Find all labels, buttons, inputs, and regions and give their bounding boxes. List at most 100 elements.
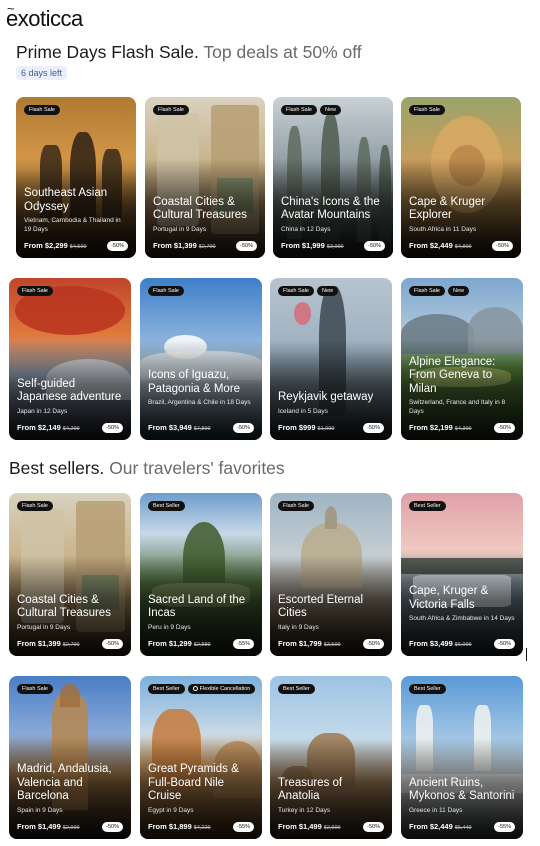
card-badges: Flash Sale <box>24 105 60 115</box>
card-title: Self-guided Japanese adventure <box>17 377 122 404</box>
card-original-price: $2,999 <box>62 825 80 831</box>
card-price: From $1,499 $2,999 <box>17 822 80 831</box>
card-badge: Flash Sale <box>17 286 53 296</box>
exoticca-logo[interactable]: ~ exoticca <box>6 1 83 32</box>
card-destination: Vietnam, Cambodia & Thailand in 19 Days <box>24 217 121 233</box>
discount-badge: -50% <box>236 241 257 251</box>
flash-sale-trip-card[interactable]: Flash Sale New China's Icons & the Avatar M… <box>273 97 393 258</box>
flash-sale-title: Prime Days Flash Sale. <box>16 42 199 62</box>
card-destination: Italy in 9 Days <box>278 623 319 631</box>
card-badges: Best Seller <box>409 684 446 694</box>
card-destination: Peru in 9 Days <box>148 623 191 631</box>
card-title: Southeast Asian Odyssey <box>24 187 108 213</box>
card-title: Escorted Eternal Cities <box>278 593 364 620</box>
card-badges: Flash Sale New <box>409 286 470 296</box>
card-badges: Best Seller <box>409 501 446 511</box>
card-price: From $2,449 $4,899 <box>409 241 472 250</box>
best-seller-trip-card[interactable]: Best Seller Sacred Land of the Incas Peru i… <box>140 493 262 656</box>
card-destination: South Africa in 11 Days <box>409 225 477 233</box>
card-destination: South Africa & Zimbabwe in 14 Days <box>409 615 515 622</box>
card-price: From $1,899 $4,229 <box>148 822 211 831</box>
card-original-price: $5,449 <box>454 825 472 831</box>
card-destination: Switzerland, France and Italy in 8 Days <box>409 399 506 415</box>
flash-sale-trip-card[interactable]: Flash Sale Cape & Kruger Explorer South Afr… <box>401 97 521 258</box>
text-cursor <box>526 648 527 661</box>
best-seller-trip-card[interactable]: Best Seller Ancient Ruins, Mykonos & Santo… <box>401 676 523 839</box>
card-badges: Best Seller <box>278 684 315 694</box>
flash-sale-trip-card[interactable]: Flash Sale Icons of Iguazu, Patagonia & Mo… <box>140 278 262 440</box>
card-badges: Flash Sale New <box>281 105 342 115</box>
best-seller-trip-card[interactable]: Flash Sale Coastal Cities & Cultural Treas… <box>9 493 131 656</box>
card-title: Coastal Cities & Cultural Treasures <box>17 593 111 620</box>
card-badge: Flash Sale <box>409 105 445 115</box>
card-original-price: $3,599 <box>323 642 341 648</box>
card-price: From $1,399 $2,799 <box>17 639 80 648</box>
card-original-price: $4,399 <box>454 426 472 432</box>
card-title: Treasures of Anatolia <box>278 776 343 803</box>
discount-badge: -50% <box>494 639 515 649</box>
flash-sale-heading: Prime Days Flash Sale. Top deals at 50% … <box>16 42 362 63</box>
card-title: Cape, Kruger & Victoria Falls <box>409 585 489 611</box>
card-badge: Best Seller <box>409 684 446 694</box>
card-original-price: $1,999 <box>317 426 335 432</box>
card-price: From $1,299 $2,889 <box>148 639 211 648</box>
logo-tilde: ~ <box>7 1 15 16</box>
card-badge: Flash Sale <box>24 105 60 115</box>
flash-sale-trip-card[interactable]: Flash Sale Coastal Cities & Cultural Treas… <box>145 97 265 258</box>
card-destination: Spain in 9 Days <box>17 806 63 814</box>
card-badge: Flash Sale <box>153 105 189 115</box>
best-seller-trip-card[interactable]: Flash Sale Madrid, Andalusia, Valencia and… <box>9 676 131 839</box>
card-badge: New <box>320 105 342 115</box>
discount-badge: -50% <box>102 423 123 433</box>
card-original-price: $3,999 <box>326 244 344 250</box>
cancellation-icon <box>192 686 198 691</box>
card-badge: Flash Sale <box>278 286 314 296</box>
discount-badge: -50% <box>233 423 254 433</box>
card-badge: Flexible Cancellation <box>187 684 256 694</box>
card-destination: Portugal in 9 Days <box>153 225 207 233</box>
card-badges: Flash Sale <box>153 105 189 115</box>
flash-sale-trip-card[interactable]: Flash Sale New Reykjavik getaway Iceland in… <box>270 278 392 440</box>
card-badges: Best Seller <box>148 501 185 511</box>
flash-sale-trip-card[interactable]: Flash Sale Self-guided Japanese adventure J… <box>9 278 131 440</box>
card-title: Great Pyramids & Full-Board Nile Cruise <box>148 763 239 802</box>
card-badge: Flash Sale <box>17 501 53 511</box>
best-sellers-subtitle: Our travelers' favorites <box>109 458 285 478</box>
card-badges: Flash Sale <box>17 286 53 296</box>
card-destination: Turkey in 12 Days <box>278 806 331 814</box>
card-badge: Flash Sale <box>148 286 184 296</box>
card-price: From $2,449 $5,449 <box>409 822 472 831</box>
card-badge: Flash Sale <box>278 501 314 511</box>
card-badges: Flash Sale <box>409 105 445 115</box>
card-title: Icons of Iguazu, Patagonia & More <box>148 369 241 395</box>
card-badge: Flash Sale <box>281 105 317 115</box>
card-original-price: $2,999 <box>323 825 341 831</box>
card-price: From $999 $1,999 <box>278 423 335 432</box>
best-seller-trip-card[interactable]: Flash Sale Escorted Eternal Cities Italy in… <box>270 493 392 656</box>
card-destination: Brazil, Argentina & Chile in 18 Days <box>148 399 251 406</box>
card-original-price: $2,889 <box>193 642 211 648</box>
card-original-price: $4,899 <box>454 244 472 250</box>
card-price: From $3,499 $6,999 <box>409 639 472 648</box>
card-destination: Japan in 12 Days <box>17 407 68 415</box>
best-sellers-title: Best sellers. <box>9 458 105 478</box>
card-price: From $3,949 $7,899 <box>148 423 211 432</box>
discount-badge: -50% <box>102 639 123 649</box>
best-seller-trip-card[interactable]: Best Seller Treasures of Anatolia Turkey in… <box>270 676 392 839</box>
discount-badge: -50% <box>363 822 384 832</box>
best-seller-trip-card[interactable]: Best Seller Flexible Cancellation Great Py… <box>140 676 262 839</box>
card-badges: Flash Sale New <box>278 286 339 296</box>
card-badge: Best Seller <box>409 501 446 511</box>
flash-sale-trip-card[interactable]: Flash Sale New Alpine Elegance: From Geneva… <box>401 278 523 440</box>
card-title: Coastal Cities & Cultural Treasures <box>153 195 247 222</box>
card-badge: Best Seller <box>148 501 185 511</box>
card-price: From $2,199 $4,399 <box>409 423 472 432</box>
discount-badge: -50% <box>102 822 123 832</box>
best-seller-trip-card[interactable]: Best Seller Cape, Kruger & Victoria Falls S… <box>401 493 523 656</box>
card-price: From $1,499 $2,999 <box>278 822 341 831</box>
discount-badge: -50% <box>494 423 515 433</box>
card-destination: Iceland in 5 Days <box>278 407 328 415</box>
flash-sale-trip-card[interactable]: Flash Sale Southeast Asian Odyssey Vietnam,… <box>16 97 136 258</box>
card-badges: Flash Sale <box>148 286 184 296</box>
card-badge: Best Seller <box>148 684 185 694</box>
